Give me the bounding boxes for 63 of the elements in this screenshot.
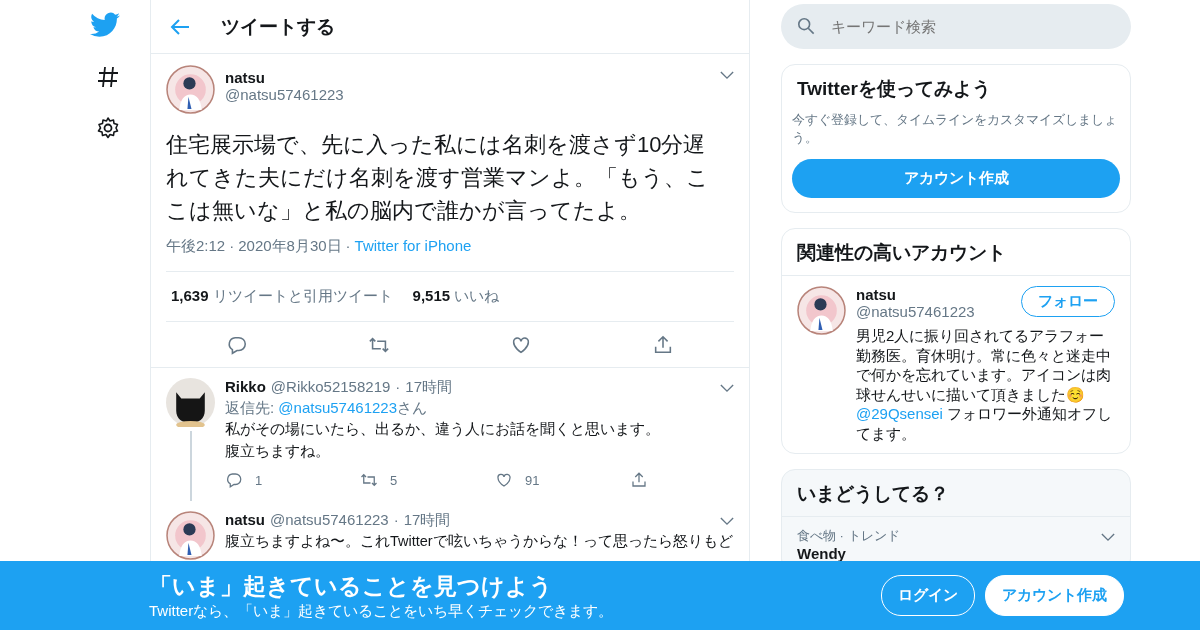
user-name[interactable]: natsu — [225, 69, 710, 86]
trend-category: 食べ物 · トレンド — [797, 527, 901, 546]
user-bio: 男児2人に振り回されてるアラフォー勤務医。育休明け。常に色々と迷走中で何かを忘れています。アイコンは肉球せんせいに描いて頂きました☺ @29Qsensei フォロワー外通知オフしてます。 — [856, 326, 1114, 444]
like-count: 91 — [525, 472, 540, 488]
source-link[interactable]: Twitter for iPhone — [354, 237, 472, 256]
separator-dot: · — [393, 511, 399, 528]
user-name[interactable]: Rikko — [225, 378, 266, 395]
card-description: 今すぐ登録して、タイムラインをカスタマイズしましょう。 — [792, 111, 1118, 148]
reply-count: 1 — [255, 472, 263, 488]
signup-button[interactable]: アカウント作成 — [985, 575, 1124, 616]
chevron-down-icon[interactable] — [720, 517, 734, 526]
back-arrow-icon[interactable] — [169, 16, 191, 37]
like-count[interactable]: 9,515 — [412, 287, 451, 304]
user-handle[interactable]: @natsu57461223 — [856, 303, 1011, 321]
share-icon[interactable] — [630, 471, 648, 490]
separator-dot: · — [395, 378, 401, 395]
separator-dot: · — [345, 237, 351, 256]
reply-text: 腹立ちますね。 — [225, 441, 331, 461]
user-handle[interactable]: @natsu57461223 — [225, 86, 710, 103]
like-label[interactable]: いいね — [454, 287, 500, 304]
create-account-button[interactable]: アカウント作成 — [792, 159, 1120, 199]
search-field[interactable]: キーワード検索 — [781, 4, 1131, 49]
separator-dot: · — [229, 237, 235, 256]
card-title: いまどうしてる？ — [796, 482, 950, 507]
chevron-down-icon[interactable] — [1101, 533, 1115, 543]
mention-link[interactable]: @natsu57461223 — [278, 399, 397, 416]
trend-topic[interactable]: Wendy — [797, 545, 1101, 563]
reply-text: 私がその場にいたら、出るか、違う人にお話を聞くと思います。 — [225, 420, 661, 439]
retweet-label[interactable]: リツイートと引用ツイート — [212, 287, 393, 304]
share-icon[interactable] — [652, 334, 674, 356]
avatar-icon[interactable] — [166, 378, 215, 427]
banner-subtitle: Twitterなら、「いま」起きていることをいち早くチェックできます。 — [149, 601, 615, 621]
tweet-date: 2020年8月30日 — [238, 237, 342, 256]
follow-button[interactable]: フォロー — [1021, 286, 1115, 318]
user-name[interactable]: natsu — [225, 511, 265, 528]
tweet-time: 午後2:12 — [166, 237, 226, 256]
reply-icon[interactable] — [225, 471, 243, 490]
login-button[interactable]: ログイン — [881, 575, 975, 616]
heart-icon[interactable] — [510, 334, 532, 356]
user-name[interactable]: natsu — [856, 286, 1011, 304]
settings-icon[interactable] — [96, 116, 120, 140]
user-handle[interactable]: @Rikko52158219 — [270, 378, 391, 395]
mention-link[interactable]: @29Qsensei — [856, 405, 943, 423]
avatar-icon[interactable] — [797, 286, 846, 336]
reply-to-text: 返信先: @natsu57461223さん — [225, 399, 428, 418]
bird-logo-icon[interactable] — [90, 12, 120, 38]
reply-icon[interactable] — [226, 334, 248, 356]
banner-title: 「いま」起きていることを見つけよう — [149, 571, 554, 601]
reply-time: 17時間 — [405, 378, 454, 397]
reply-text: 腹立ちますよね〜。これTwitterで呟いちゃうからな！って思ったら怒りもど — [225, 532, 734, 551]
retweet-count: 5 — [390, 472, 398, 488]
retweet-count[interactable]: 1,639 — [171, 287, 209, 304]
card-title: 関連性の高いアカウント — [796, 241, 1007, 266]
chevron-down-icon[interactable] — [720, 384, 734, 393]
avatar-icon[interactable] — [166, 511, 215, 560]
page-title: ツイートする — [221, 14, 335, 39]
reply-time: 17時間 — [403, 511, 452, 530]
chevron-down-icon[interactable] — [720, 71, 734, 80]
tweet-text: 住宅展示場で、先に入った私には名刺を渡さず10分遅れてきた夫にだけ名刺を渡す営業マンよ。「もう、ここは無いな」と私の脳内で誰かが言ってたよ。 — [166, 131, 710, 225]
hashtag-icon[interactable] — [96, 65, 120, 89]
user-handle[interactable]: @natsu57461223 — [270, 511, 389, 528]
avatar-icon[interactable] — [166, 65, 215, 114]
card-title: Twitterを使ってみよう — [796, 77, 992, 101]
